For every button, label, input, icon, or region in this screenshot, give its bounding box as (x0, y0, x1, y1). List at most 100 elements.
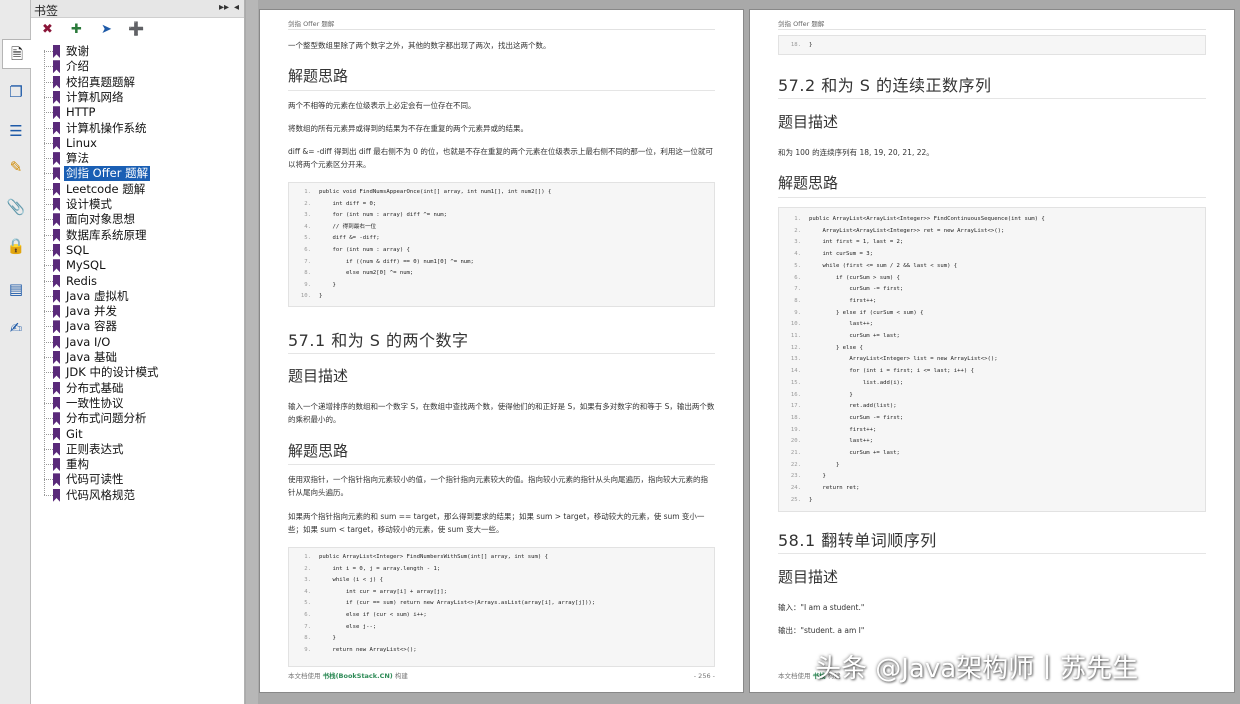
bookmark-icon (53, 274, 60, 288)
bookmark-icon (53, 213, 60, 227)
new-bookmark-icon[interactable]: ➕ (128, 22, 144, 37)
bookmark-icon (53, 243, 60, 257)
code-line: 4. int curSum = 3; (787, 249, 1201, 261)
code-line: 1. public void FindNumsAppearOnce(int[] a… (297, 187, 710, 199)
bookmarks-panel-title: 书签 (34, 4, 59, 18)
collapse-panel-icon[interactable]: ◂ (234, 2, 239, 13)
bookmark-icon (53, 412, 60, 426)
code-line: } (809, 42, 813, 48)
bookmark-item[interactable]: 算法 (44, 151, 91, 166)
code-text: return new ArrayList<>(); (319, 646, 417, 653)
bookmark-label: Java 并发 (66, 304, 117, 319)
bookmark-label: 重构 (66, 457, 89, 472)
line-number: 2. (794, 227, 801, 234)
bookmark-item[interactable]: SQL (44, 243, 91, 258)
lock-icon[interactable]: 🔒 (6, 236, 26, 256)
bookmark-icon (53, 152, 60, 166)
code-line: 14. for (int i = first; i <= last; i++) … (787, 366, 1201, 378)
line-number: 17. (790, 403, 801, 410)
bookmark-label: MySQL (66, 258, 106, 273)
bookmark-item[interactable]: 代码可读性 (44, 472, 126, 487)
tree-connector (44, 234, 53, 236)
bookmark-item[interactable]: Leetcode 题解 (44, 182, 147, 197)
delete-bookmark-icon[interactable]: ✖ (40, 22, 55, 37)
bookmark-item[interactable]: 一致性协议 (44, 396, 126, 411)
bookmark-label: 正则表达式 (66, 441, 124, 456)
line-number: 2. (304, 565, 311, 572)
bookmark-item[interactable]: 代码风格规范 (44, 488, 137, 503)
comments-icon[interactable]: ✎ (6, 157, 26, 177)
bookmark-item[interactable]: MySQL (44, 258, 108, 273)
bookmark-item[interactable]: 校招真题题解 (44, 75, 137, 90)
code-line: 7. else j--; (297, 622, 710, 634)
line-number: 21. (790, 450, 801, 456)
bookmark-item[interactable]: Java 虚拟机 (44, 289, 130, 304)
bookmark-item[interactable]: 剑指 Offer 题解 (44, 166, 151, 182)
bookmark-item[interactable]: 数据库系统原理 (44, 228, 149, 243)
bookmark-item[interactable]: HTTP (44, 105, 97, 120)
running-head: 剑指 Offer 题解 (288, 20, 335, 28)
expand-panel-icon[interactable]: ▸▸ (219, 2, 229, 13)
page-thumbnail-icon[interactable]: ❐ (6, 82, 26, 102)
code-block: 1. public ArrayList<ArrayList<Integer>> F… (778, 207, 1206, 512)
bookmark-item[interactable]: 面向对象思想 (44, 212, 137, 227)
bookmark-item[interactable]: 计算机网络 (44, 90, 126, 105)
code-text: } (319, 635, 336, 642)
code-line: 4. int cur = array[i] + array[j]; (297, 587, 710, 599)
line-number: 24. (790, 485, 801, 492)
tree-connector (44, 96, 53, 98)
line-number: 13. (790, 356, 801, 363)
tree-connector (44, 127, 53, 129)
code-text: int diff = 0; (319, 200, 377, 207)
line-number: 6. (304, 612, 311, 618)
bookmark-item[interactable]: Java 容器 (44, 319, 119, 334)
bookmarks-tab-icon[interactable]: 🗎 (2, 39, 31, 69)
add-bookmark-icon[interactable]: ✚ (69, 22, 84, 37)
code-line: 10. last++; (787, 319, 1201, 331)
example-output: 输出："student. a am I" (778, 626, 865, 635)
line-number: 9. (794, 309, 801, 316)
tree-connector (44, 357, 53, 358)
code-line: 2. int diff = 0; (297, 199, 710, 211)
code-text: first++; (809, 426, 877, 433)
tree-connector (44, 295, 53, 297)
bookmark-label: 数据库系统原理 (66, 227, 147, 242)
expand-bookmark-icon[interactable]: ➤ (99, 22, 114, 37)
bookmark-icon (53, 182, 60, 196)
bookmark-item[interactable]: 计算机操作系统 (44, 121, 149, 136)
line-number: 2. (304, 200, 311, 207)
layers-icon[interactable]: ☰ (6, 121, 26, 141)
line-number: 8. (794, 297, 801, 304)
tree-connector (44, 112, 53, 114)
bookmark-item[interactable]: 重构 (44, 457, 91, 472)
bookmark-item[interactable]: 设计模式 (44, 197, 114, 212)
tree-connector (44, 81, 53, 83)
code-line: 19. first++; (787, 425, 1201, 437)
bookmark-item[interactable]: 分布式基础 (44, 381, 126, 396)
bookmark-item[interactable]: Java 基础 (44, 350, 119, 365)
subheading-description: 题目描述 (288, 367, 349, 385)
fields-icon[interactable]: ▤ (6, 279, 26, 299)
bookmark-item[interactable]: Linux (44, 136, 99, 151)
example-input: 输入："I am a student." (778, 603, 865, 612)
bookmark-item[interactable]: Java I/O (44, 335, 112, 350)
footer-brand-link[interactable]: 书栈(BookStack.CN) (323, 672, 393, 680)
code-line: 18. curSum -= first; (787, 413, 1201, 425)
bookmark-item[interactable]: JDK 中的设计模式 (44, 365, 160, 380)
bookmark-item[interactable]: 正则表达式 (44, 442, 126, 457)
code-line: 24. return ret; (787, 483, 1201, 495)
code-line: 3. int first = 1, last = 2; (787, 237, 1201, 249)
bookmark-item[interactable]: 介绍 (44, 59, 91, 74)
bookmark-item[interactable]: Redis (44, 274, 99, 289)
signature-icon[interactable]: ✍ (6, 318, 26, 338)
bookmark-item[interactable]: Java 并发 (44, 304, 119, 319)
panel-splitter[interactable] (246, 0, 258, 704)
code-text: } (809, 496, 813, 503)
bookmark-item[interactable]: 分布式问题分析 (44, 411, 149, 426)
bookmark-item[interactable]: Git (44, 427, 85, 442)
bookmark-item[interactable]: 致谢 (44, 44, 91, 59)
code-text: else j--; (319, 623, 377, 630)
line-number: 1. (304, 189, 311, 195)
code-text: diff &= -diff; (319, 235, 380, 242)
attachment-icon[interactable]: 📎 (6, 197, 26, 217)
